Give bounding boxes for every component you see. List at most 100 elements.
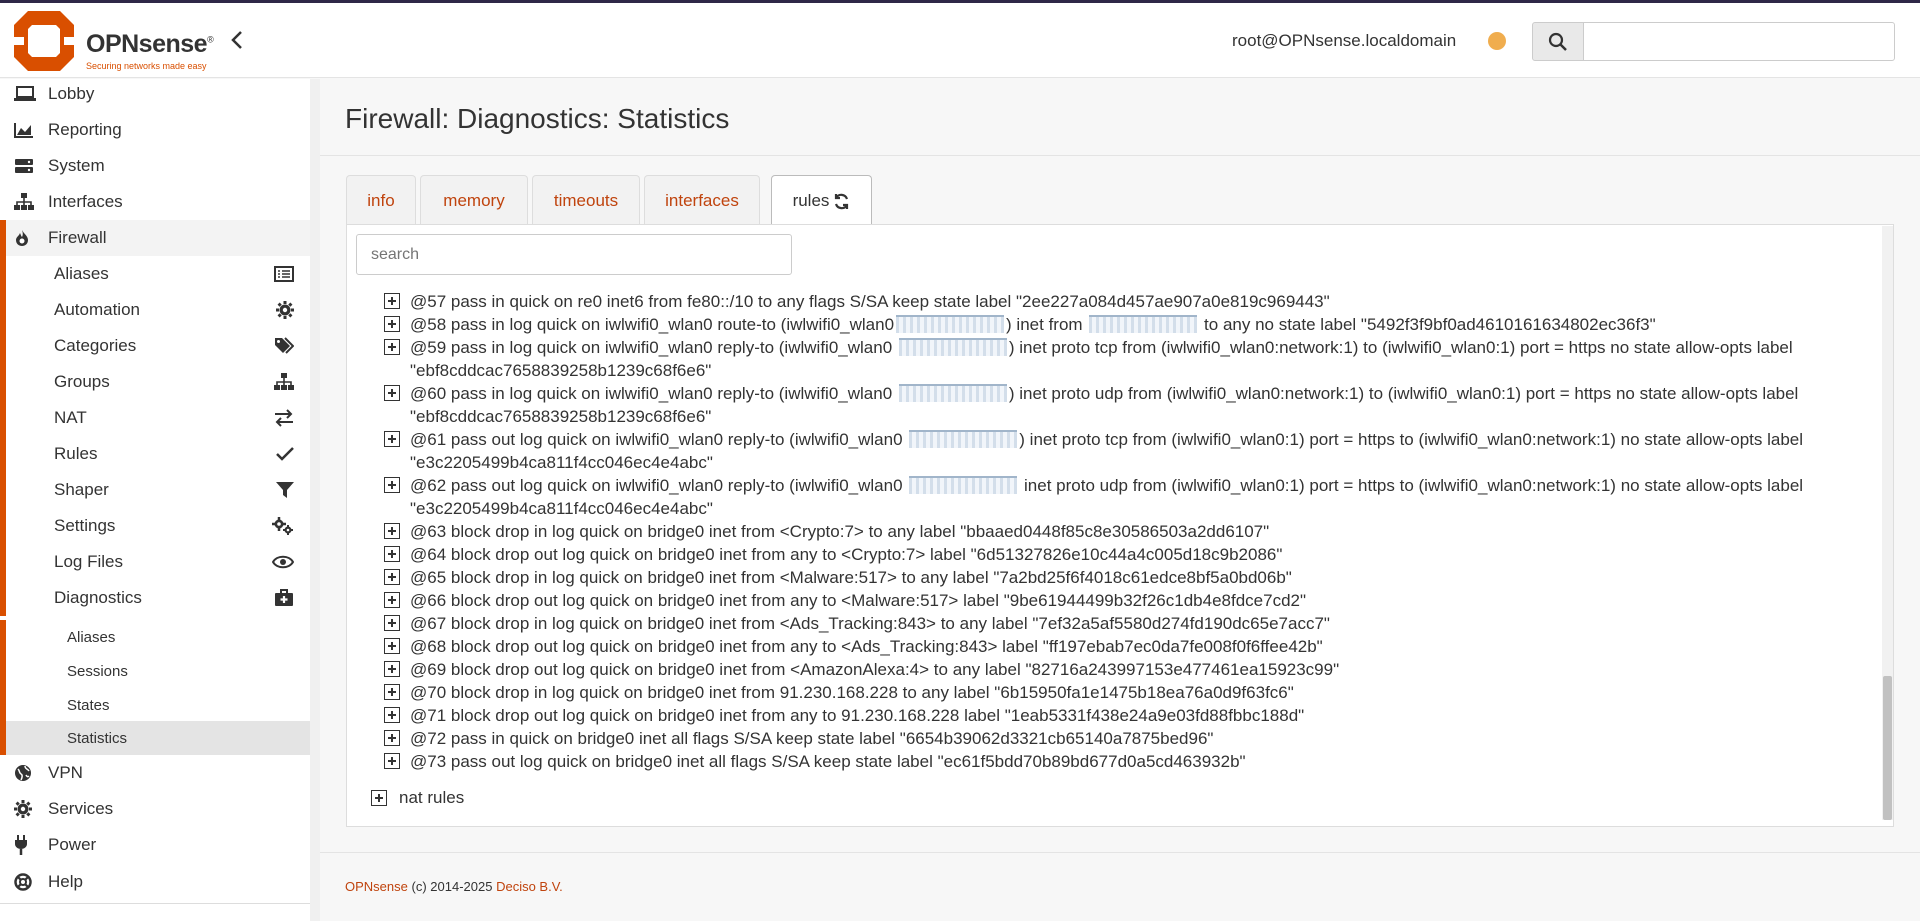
sidebar-item-aliases[interactable]: Aliases [0,256,310,292]
area-chart-icon [14,122,40,138]
rule-text: @61 pass out log quick on iwlwifi0_wlan0… [410,430,1804,472]
footer-divider [320,852,1920,853]
sidebar-scrollbar[interactable] [310,79,320,921]
sidebar-item-categories[interactable]: Categories [0,328,310,364]
sidebar-item-label: VPN [48,763,83,782]
expand-icon[interactable] [371,790,387,806]
status-indicator[interactable] [1488,32,1506,50]
rule-row: @66 block drop out log quick on bridge0 … [384,589,1884,612]
expand-icon[interactable] [384,707,400,723]
expand-icon[interactable] [384,730,400,746]
rule-text: @68 block drop out log quick on bridge0 … [410,637,1323,656]
collapse-sidebar-icon[interactable] [230,29,254,59]
filter-icon [276,481,294,499]
rules-scrollbar-thumb[interactable] [1883,676,1892,820]
rule-text: @70 block drop in log quick on bridge0 i… [410,683,1294,702]
rule-text: @60 pass in log quick on iwlwifi0_wlan0 … [410,384,1799,426]
sidebar-item-vpn[interactable]: VPN [0,755,310,791]
tab-timeouts[interactable]: timeouts [532,175,640,225]
sidebar-item-diag-aliases[interactable]: Aliases [0,620,310,654]
sidebar-item-system[interactable]: System [0,148,310,184]
rule-row: @69 block drop out log quick on bridge0 … [384,658,1884,681]
list-icon [274,266,294,282]
expand-icon[interactable] [384,316,400,332]
tab-info[interactable]: info [346,175,416,225]
rule-row: @57 pass in quick on re0 inet6 from fe80… [384,290,1884,313]
user-name[interactable]: root@OPNsense.localdomain [1232,31,1456,51]
expand-icon[interactable] [384,385,400,401]
sidebar-item-settings[interactable]: Settings [0,508,310,544]
expand-icon[interactable] [384,615,400,631]
footer-copyright: (c) 2014-2025 [411,879,493,894]
sidebar-item-help[interactable]: Help [0,864,310,900]
expand-icon[interactable] [384,477,400,493]
expand-icon[interactable] [384,592,400,608]
sidebar-item-diagnostics[interactable]: Diagnostics [0,580,310,616]
sidebar-item-reporting[interactable]: Reporting [0,112,310,148]
tab-interfaces[interactable]: interfaces [644,175,760,225]
sidebar-item-diag-statistics[interactable]: Statistics [0,721,310,755]
footer-company-link[interactable]: Deciso B.V. [496,879,563,894]
expand-icon[interactable] [384,661,400,677]
sidebar-item-groups[interactable]: Groups [0,364,310,400]
expand-icon[interactable] [384,753,400,769]
rule-text: @65 block drop in log quick on bridge0 i… [410,568,1292,587]
sidebar-item-lobby[interactable]: Lobby [0,79,310,109]
sidebar-item-label: Automation [54,300,140,319]
sidebar-item-firewall[interactable]: Firewall [0,220,310,256]
sidebar-item-label: Reporting [48,120,122,139]
sidebar-item-diag-states[interactable]: States [0,688,310,722]
tab-rules[interactable]: rules [771,175,872,226]
tab-memory[interactable]: memory [420,175,528,225]
sidebar-item-automation[interactable]: Automation [0,292,310,328]
sidebar-item-shaper[interactable]: Shaper [0,472,310,508]
sidebar-item-log-files[interactable]: Log Files [0,544,310,580]
sidebar-item-interfaces[interactable]: Interfaces [0,184,310,220]
rule-row: @70 block drop in log quick on bridge0 i… [384,681,1884,704]
refresh-icon[interactable] [833,193,850,210]
expand-icon[interactable] [384,569,400,585]
medkit-icon [274,589,294,607]
rule-text: @73 pass out log quick on bridge0 inet a… [410,752,1246,771]
sidebar-item-label: Diagnostics [54,588,142,607]
eye-icon [272,555,294,569]
sidebar-item-rules[interactable]: Rules [0,436,310,472]
expand-icon[interactable] [384,684,400,700]
rule-text: @72 pass in quick on bridge0 inet all fl… [410,729,1214,748]
rule-row: @72 pass in quick on bridge0 inet all fl… [384,727,1884,750]
expand-icon[interactable] [384,339,400,355]
tab-rules-label: rules [792,191,830,210]
sidebar-item-label: System [48,156,105,175]
redacted-address [898,384,1007,402]
page-title: Firewall: Diagnostics: Statistics [345,103,730,134]
sidebar-item-label: Services [48,799,114,818]
rules-list: @57 pass in quick on re0 inet6 from fe80… [384,280,1884,810]
expand-icon[interactable] [384,523,400,539]
sidebar-item-nat[interactable]: NAT [0,400,310,436]
rules-search-input[interactable] [356,234,792,275]
footer-brand-link[interactable]: OPNsense [345,879,408,894]
tags-icon [274,337,294,355]
rule-row: @65 block drop in log quick on bridge0 i… [384,566,1884,589]
rule-row: @71 block drop out log quick on bridge0 … [384,704,1884,727]
nat-rules-toggle[interactable]: nat rules [371,788,464,808]
redacted-address [896,315,1005,333]
search-icon[interactable] [1532,22,1584,61]
global-search-input[interactable] [1583,22,1895,61]
sidebar-item-label: Aliases [67,628,116,646]
expand-icon[interactable] [384,546,400,562]
expand-icon[interactable] [384,293,400,309]
sidebar-item-services[interactable]: Services [0,791,310,827]
sidebar-item-power[interactable]: Power [0,827,310,863]
expand-icon[interactable] [384,638,400,654]
rule-row-partial [384,280,1884,288]
brand-tagline: Securing networks made easy [86,61,207,71]
sidebar-item-label: Settings [54,516,116,535]
sidebar-item-label: Aliases [54,264,109,283]
rule-text: @63 block drop in log quick on bridge0 i… [410,522,1270,541]
check-icon [276,447,294,461]
sidebar-item-diag-sessions[interactable]: Sessions [0,654,310,688]
opnsense-logo[interactable]: OPNsense® Securing networks made easy [14,11,234,71]
brand-name: OPNsense® [86,30,214,58]
expand-icon[interactable] [384,431,400,447]
